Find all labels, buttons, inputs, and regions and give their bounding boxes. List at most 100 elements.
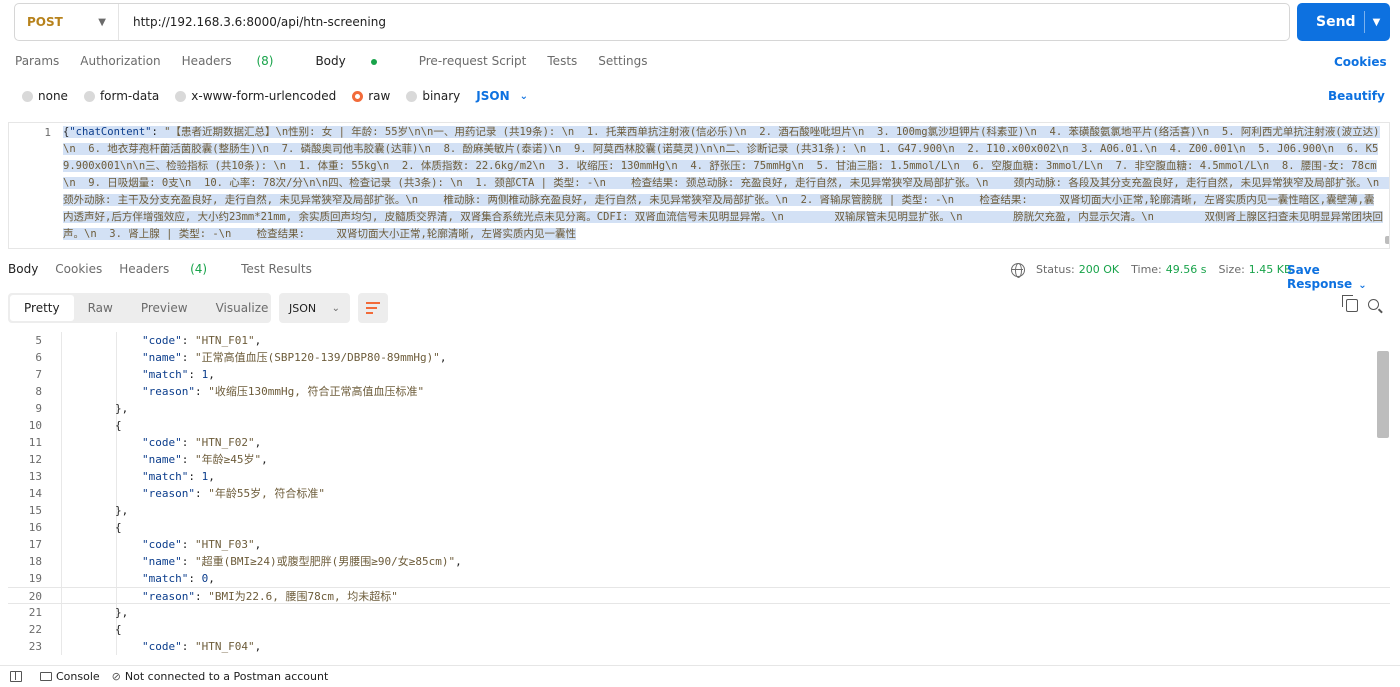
json-punctuation: , [208,572,215,585]
response-format-select[interactable]: JSON ⌄ [279,293,350,323]
tab-pre-request-script[interactable]: Pre-request Script [419,54,527,68]
send-button[interactable]: Send ▼ [1297,3,1390,41]
request-body-editor[interactable]: 1 {"chatContent": "【患者近期数据汇总】\n性别: 女 | 年… [8,122,1390,249]
json-punctuation: , [455,555,462,568]
copy-icon[interactable] [1342,295,1358,312]
line-number: 10 [28,419,42,432]
tab-headers[interactable]: Headers (8) [182,54,295,68]
response-code[interactable]: "code": "HTN_F02", [142,434,261,451]
body-active-dot-icon [370,58,377,65]
response-code[interactable]: "name": "正常高值血压(SBP120-139/DBP80-89mmHg)… [142,349,446,366]
url-input[interactable]: http://192.168.3.6:8000/api/htn-screenin… [119,15,386,29]
view-pretty[interactable]: Pretty [10,295,74,321]
response-line: 11 "code": "HTN_F02", [8,434,1390,451]
response-code[interactable]: { [115,621,122,638]
response-code[interactable]: "code": "HTN_F04", [142,638,261,655]
request-body-code[interactable]: {"chatContent": "【患者近期数据汇总】\n性别: 女 | 年龄:… [63,124,1389,243]
json-key: "reason" [142,590,195,603]
radio-icon [175,90,187,102]
view-visualize[interactable]: Visualize [202,295,283,321]
json-punctuation: : [188,470,202,483]
response-code[interactable]: { [115,417,122,434]
url-bar: POST ▼ http://192.168.3.6:8000/api/htn-s… [14,3,1290,41]
json-punctuation: , [208,368,215,381]
response-line: 21}, [8,604,1390,621]
response-code[interactable]: "reason": "BMI为22.6, 腰围78cm, 均未超标" [142,588,398,605]
radio-none[interactable]: none [22,89,68,103]
save-response-label: Save Response [1287,263,1353,291]
console-button[interactable]: Console [56,670,100,683]
tab-params[interactable]: Params [15,54,59,68]
status-value[interactable]: 200 OK [1079,263,1119,276]
scrollbar-thumb[interactable] [1385,236,1389,244]
tab-authorization[interactable]: Authorization [80,54,160,68]
globe-icon[interactable] [1011,263,1025,278]
response-code[interactable]: }, [115,502,128,519]
response-line: 15}, [8,502,1390,519]
response-body-editor[interactable]: 5 "code": "HTN_F01", 6 "name": "正常高值血压(SBP1… [8,332,1390,655]
console-icon [40,672,52,681]
tab-headers-label: Headers [181,54,232,68]
view-preview[interactable]: Preview [127,295,202,321]
view-raw[interactable]: Raw [74,295,127,321]
json-key: "reason" [142,385,195,398]
body-format-select[interactable]: JSON ⌄ [476,89,528,103]
chevron-down-icon: ⌄ [519,90,529,102]
response-code[interactable]: "name": "超重(BMI≥24)或腹型肥胖(男腰围≥90/女≥85cm)"… [142,553,462,570]
response-code[interactable]: { [115,519,122,536]
tab-body-label: Body [315,54,346,68]
radio-raw[interactable]: raw [352,89,390,103]
search-icon[interactable] [1368,299,1379,310]
json-value: "【患者近期数据汇总】\n性别: 女 | 年龄: 55岁\n\n一、用药记录 (… [63,126,1384,240]
tab-test-results[interactable]: Test Results [241,262,312,276]
response-code[interactable]: "match": 1, [142,366,215,383]
response-line: 17 "code": "HTN_F03", [8,536,1390,553]
json-punctuation: : [188,368,202,381]
json-string: "收缩压130mmHg, 符合正常高值血压标准" [208,385,425,398]
scrollbar-thumb[interactable] [1377,351,1389,438]
tab-body[interactable]: Body [315,54,397,68]
size-value[interactable]: 1.45 KB [1249,263,1292,276]
json-punctuation: , [254,334,262,347]
response-line: 13 "match": 1, [8,468,1390,485]
save-response-button[interactable]: Save Response ⌄ [1287,263,1400,291]
chevron-down-icon[interactable]: ▼ [1373,17,1381,28]
json-punctuation: : [181,538,195,551]
time-value[interactable]: 49.56 s [1166,263,1207,276]
response-line: 22 { [8,621,1390,638]
line-number: 17 [28,538,42,551]
json-punctuation: , [261,453,268,466]
response-code[interactable]: "name": "年龄≥45岁", [142,451,268,468]
response-code[interactable]: "code": "HTN_F03", [142,536,261,553]
response-code[interactable]: "code": "HTN_F01", [142,332,261,349]
tab-tests[interactable]: Tests [547,54,577,68]
response-code[interactable]: "match": 1, [142,468,215,485]
response-code[interactable]: }, [115,604,128,621]
response-code[interactable]: "reason": "年龄55岁, 符合标准" [142,485,325,502]
method-select[interactable]: POST ▼ [15,4,119,40]
line-number: 21 [28,606,42,619]
tab-response-headers[interactable]: Headers (4) [119,262,224,276]
sidebar-toggle-icon[interactable] [10,671,22,682]
json-punctuation: , [439,351,447,364]
radio-binary[interactable]: binary [406,89,460,103]
beautify-link[interactable]: Beautify [1328,89,1385,103]
chevron-down-icon: ⌄ [331,302,340,314]
response-line: 14 "reason": "年龄55岁, 符合标准" [8,485,1390,502]
response-line: 9}, [8,400,1390,417]
cookies-link[interactable]: Cookies [1334,55,1387,69]
tab-settings[interactable]: Settings [598,54,647,68]
response-line: 8 "reason": "收缩压130mmHg, 符合正常高值血压标准" [8,383,1390,400]
radio-form-data[interactable]: form-data [83,89,159,103]
wrap-lines-button[interactable] [358,293,388,323]
response-code[interactable]: }, [115,400,128,417]
response-code[interactable]: "reason": "收缩压130mmHg, 符合正常高值血压标准" [142,383,424,400]
response-code[interactable]: "match": 0, [142,570,215,587]
tab-response-body[interactable]: Body [8,262,38,276]
response-line: 18 "name": "超重(BMI≥24)或腹型肥胖(男腰围≥90/女≥85cm… [8,553,1390,570]
tab-response-cookies[interactable]: Cookies [55,262,102,276]
json-punctuation: }, [115,606,129,619]
json-punctuation: : [194,487,209,500]
radio-x-www-form-urlencoded[interactable]: x-www-form-urlencoded [175,89,336,103]
account-status[interactable]: Not connected to a Postman account [125,670,328,683]
